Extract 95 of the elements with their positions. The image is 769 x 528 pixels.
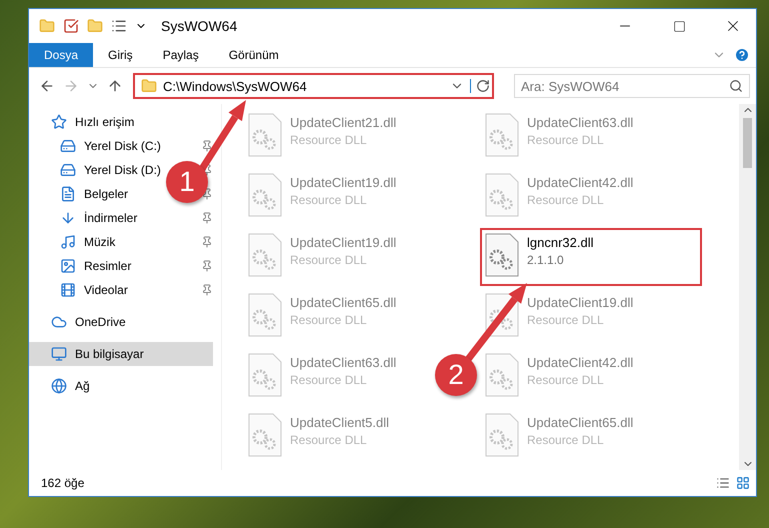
download-icon bbox=[60, 210, 76, 226]
gear-file-icon bbox=[485, 233, 519, 277]
maximize-icon[interactable] bbox=[672, 20, 686, 32]
file-detail: Resource DLL bbox=[527, 433, 605, 447]
file-name: UpdateClient21.dll bbox=[290, 115, 396, 130]
pin-icon[interactable] bbox=[201, 188, 213, 200]
sidebar-item[interactable]: Yerel Disk (C:) bbox=[29, 134, 169, 158]
gear-file-icon bbox=[248, 233, 282, 277]
file-detail: Resource DLL bbox=[290, 433, 368, 447]
drive-icon bbox=[60, 138, 76, 154]
file-detail: Resource DLL bbox=[527, 193, 605, 207]
checklist-icon[interactable] bbox=[63, 18, 79, 34]
file-detail: Resource DLL bbox=[290, 253, 368, 267]
file-name: UpdateClient19.dll bbox=[290, 175, 396, 190]
pin-icon[interactable] bbox=[201, 284, 213, 296]
pin-icon[interactable] bbox=[201, 140, 213, 152]
file-item[interactable]: lgncnr32.dll 2.1.1.0 bbox=[480, 228, 702, 286]
search-icon bbox=[729, 79, 743, 93]
sidebar-item[interactable]: Belgeler bbox=[29, 182, 136, 206]
file-detail: Resource DLL bbox=[527, 133, 605, 147]
file-detail: Resource DLL bbox=[527, 313, 605, 327]
sidebar-item[interactable]: Hızlı erişim bbox=[29, 110, 213, 134]
file-detail: Resource DLL bbox=[290, 313, 368, 327]
file-detail: 2.1.1.0 bbox=[527, 253, 565, 267]
file-name: UpdateClient63.dll bbox=[527, 115, 634, 130]
file-name: UpdateClient5.dll bbox=[290, 415, 390, 430]
sidebar-item[interactable]: Videolar bbox=[29, 278, 136, 302]
file-item[interactable]: UpdateClient21.dll Resource DLL bbox=[243, 108, 402, 166]
file-item[interactable]: UpdateClient65.dll Resource DLL bbox=[243, 288, 402, 346]
star-icon bbox=[51, 114, 67, 130]
globe-icon bbox=[51, 378, 67, 394]
file-item[interactable]: UpdateClient5.dll Resource DLL bbox=[243, 408, 394, 466]
drive-icon bbox=[60, 162, 76, 178]
sidebar-item[interactable]: Müzik bbox=[29, 230, 124, 254]
gear-file-icon bbox=[248, 353, 282, 397]
pin-icon[interactable] bbox=[201, 236, 213, 248]
file-detail: Resource DLL bbox=[290, 373, 368, 387]
gear-file-icon bbox=[485, 353, 519, 397]
pin-icon[interactable] bbox=[201, 212, 213, 224]
file-detail: Resource DLL bbox=[290, 133, 368, 147]
refresh-icon[interactable] bbox=[470, 79, 490, 93]
item-count: 162 öğe bbox=[41, 476, 86, 490]
address-bar[interactable]: C:\Windows\SysWOW64 bbox=[133, 73, 494, 99]
file-detail: Resource DLL bbox=[527, 373, 605, 387]
details-view-icon[interactable] bbox=[716, 476, 730, 490]
sidebar-item[interactable]: OneDrive bbox=[29, 310, 213, 334]
help-icon[interactable] bbox=[734, 47, 750, 63]
film-icon bbox=[60, 282, 76, 298]
ribbon-tab[interactable]: Paylaş bbox=[148, 43, 214, 67]
gear-file-icon bbox=[485, 113, 519, 157]
file-name: UpdateClient42.dll bbox=[527, 355, 634, 370]
sidebar-item[interactable]: Ağ bbox=[29, 374, 213, 398]
file-name: UpdateClient19.dll bbox=[527, 295, 634, 310]
file-item[interactable]: UpdateClient19.dll Resource DLL bbox=[243, 228, 402, 286]
gear-file-icon bbox=[485, 413, 519, 457]
search-field[interactable]: Ara: SysWOW64 bbox=[514, 74, 750, 98]
file-item[interactable]: UpdateClient42.dll Resource DLL bbox=[480, 348, 638, 406]
gear-file-icon bbox=[248, 173, 282, 217]
file-item[interactable]: UpdateClient65.dll Resource DLL bbox=[480, 408, 638, 466]
gear-file-icon bbox=[248, 413, 282, 457]
gear-file-icon bbox=[248, 293, 282, 337]
ribbon-tab[interactable]: Giriş bbox=[93, 43, 148, 67]
window-title: SysWOW64 bbox=[161, 18, 238, 34]
file-item[interactable]: UpdateClient63.dll Resource DLL bbox=[480, 108, 638, 166]
file-item[interactable]: UpdateClient19.dll Resource DLL bbox=[480, 288, 638, 346]
document-icon bbox=[60, 186, 76, 202]
ribbon-tab[interactable]: Görünüm bbox=[214, 43, 294, 67]
file-item[interactable]: UpdateClient19.dll Resource DLL bbox=[243, 168, 402, 226]
folder-icon bbox=[141, 78, 157, 94]
file-detail: Resource DLL bbox=[290, 193, 368, 207]
file-name: UpdateClient63.dll bbox=[290, 355, 396, 370]
scrollbar-thumb[interactable] bbox=[743, 118, 752, 168]
file-name: UpdateClient65.dll bbox=[527, 415, 634, 430]
file-item[interactable]: UpdateClient42.dll Resource DLL bbox=[480, 168, 638, 226]
monitor-icon bbox=[51, 346, 67, 362]
sidebar-item[interactable]: Resimler bbox=[29, 254, 140, 278]
ribbon-tab[interactable]: Dosya bbox=[29, 43, 94, 67]
tiles-view-icon[interactable] bbox=[736, 476, 750, 490]
cloud-icon bbox=[51, 314, 67, 330]
properties-icon[interactable] bbox=[111, 18, 127, 34]
gear-file-icon bbox=[248, 113, 282, 157]
sidebar-item[interactable]: İndirmeler bbox=[29, 206, 146, 230]
music-icon bbox=[60, 234, 76, 250]
file-name: UpdateClient19.dll bbox=[290, 235, 396, 250]
gear-file-icon bbox=[485, 293, 519, 337]
scrollbar[interactable] bbox=[739, 104, 756, 470]
sidebar-item[interactable]: Bu bilgisayar bbox=[29, 342, 213, 366]
file-name: UpdateClient42.dll bbox=[527, 175, 634, 190]
file-name: UpdateClient65.dll bbox=[290, 295, 396, 310]
picture-icon bbox=[60, 258, 76, 274]
gear-file-icon bbox=[485, 173, 519, 217]
file-name: lgncnr32.dll bbox=[527, 235, 594, 250]
pin-icon[interactable] bbox=[201, 260, 213, 272]
file-item[interactable]: UpdateClient63.dll Resource DLL bbox=[243, 348, 402, 406]
sidebar-item[interactable]: Yerel Disk (D:) bbox=[29, 158, 169, 182]
